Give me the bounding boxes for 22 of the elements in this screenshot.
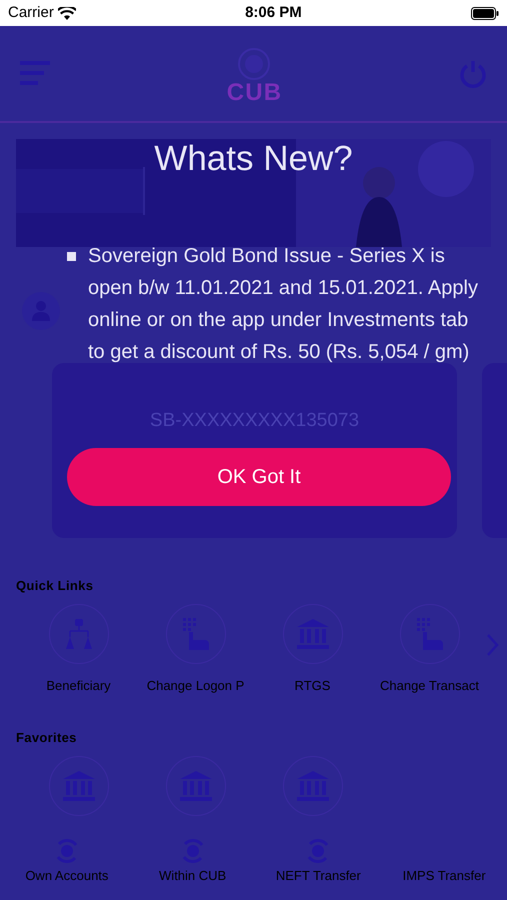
- quick-link-button[interactable]: [48, 604, 108, 664]
- wifi-icon: [58, 6, 76, 20]
- transfer-item[interactable]: NEFT Transfer: [256, 838, 382, 885]
- status-time: 8:06 PM: [245, 2, 302, 23]
- bullet-icon: [67, 252, 76, 261]
- transfer-item[interactable]: IMPS Transfer: [381, 838, 507, 885]
- section-title: Favorites: [16, 729, 78, 747]
- quick-link-label: Change Logon P: [146, 676, 244, 695]
- quick-link-button[interactable]: [400, 604, 460, 664]
- dialog-title: Whats New?: [153, 138, 354, 180]
- dialog-message: Sovereign Gold Bond Issue - Series X is open b/w 11.01.2021 and 15.01.2021. Apply online or on the app under Investments tab to get a discount of Rs. 50 (Rs. 5,054 / gm): [88, 244, 479, 365]
- transfer-item[interactable]: Within CUB: [130, 838, 256, 885]
- ok-button[interactable]: OK Got It: [67, 448, 451, 506]
- quick-link-label: Change Transact: [380, 676, 479, 695]
- section-title: Quick Links: [16, 577, 94, 595]
- transfer-item[interactable]: Own Accounts: [4, 838, 130, 885]
- battery-icon: [470, 6, 499, 20]
- carrier-name: Carrier: [8, 2, 54, 23]
- quick-link-button[interactable]: [166, 604, 226, 664]
- logo: CUB: [226, 46, 282, 104]
- quick-link-label: RTGS: [294, 676, 330, 694]
- quick-link-label: Beneficiary: [46, 676, 111, 695]
